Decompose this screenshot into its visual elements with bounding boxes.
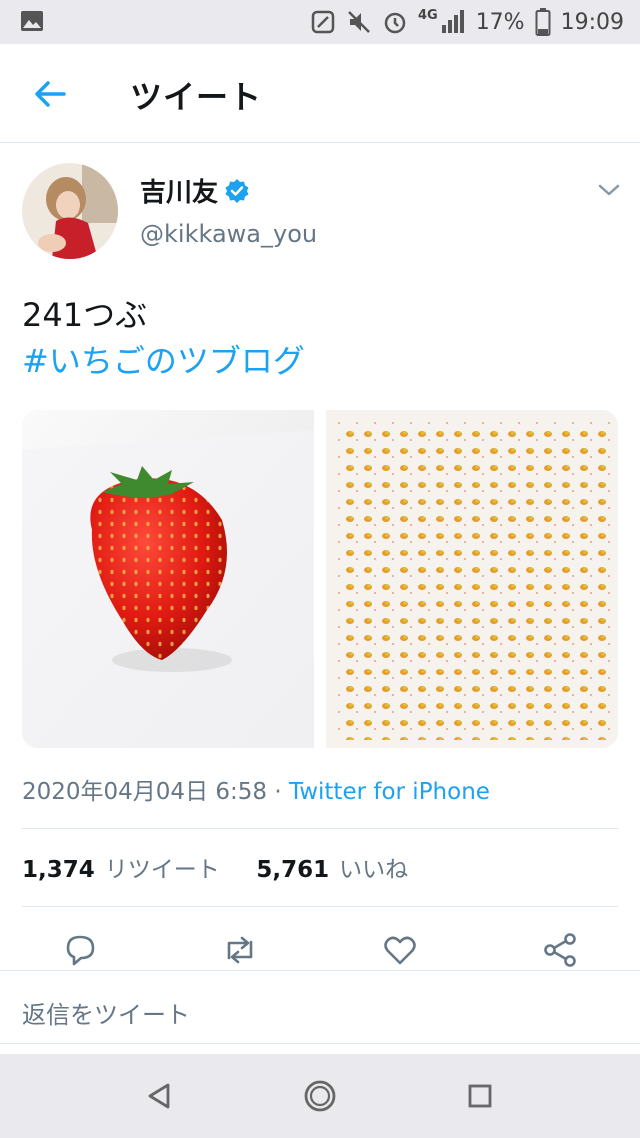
mute-icon — [348, 11, 370, 33]
alarm-icon — [384, 12, 406, 34]
chevron-down-icon[interactable] — [596, 180, 622, 200]
status-bar: 4G 17% 19:09 — [0, 0, 640, 44]
battery-percent: 17% — [475, 9, 525, 35]
avatar[interactable] — [22, 163, 118, 259]
image-icon — [21, 11, 43, 31]
tweet-text: 241つぶ — [22, 296, 148, 334]
back-arrow-icon[interactable] — [30, 74, 70, 114]
nav-home-icon[interactable] — [300, 1076, 340, 1116]
tweet-timestamp: 2020年04月04日 6:58 — [22, 779, 268, 805]
meta-separator: · — [274, 779, 282, 805]
network-type: 4G — [417, 7, 438, 23]
author-name[interactable]: 吉川友 — [140, 172, 218, 209]
tweet-header: ツイート — [0, 44, 640, 143]
retweets-stat[interactable]: 1,374 リツイート — [22, 857, 220, 883]
likes-count: 5,761 — [256, 857, 330, 883]
system-nav-bar — [0, 1054, 640, 1138]
nfc-icon — [311, 10, 335, 34]
likes-label: いいね — [339, 857, 409, 883]
retweets-count: 1,374 — [22, 857, 95, 883]
reply-input[interactable]: 返信をツイート — [22, 995, 190, 1030]
like-icon[interactable] — [380, 930, 420, 970]
retweet-icon[interactable] — [220, 930, 260, 970]
page-title: ツイート — [130, 78, 263, 116]
divider — [22, 828, 618, 829]
retweets-label: リツイート — [104, 857, 220, 883]
author-name-row[interactable]: 吉川友 — [140, 172, 250, 209]
tweet-meta: 2020年04月04日 6:58 · Twitter for iPhone — [22, 772, 490, 806]
divider — [0, 1043, 640, 1044]
nav-recents-icon[interactable] — [460, 1076, 500, 1116]
divider — [22, 906, 618, 907]
hashtag-link[interactable]: #いちごのツブログ — [22, 336, 305, 382]
verified-badge-icon — [225, 178, 249, 203]
battery-icon — [535, 8, 551, 36]
clock: 19:09 — [560, 9, 624, 35]
share-icon[interactable] — [540, 930, 580, 970]
tweet-photo-strawberry[interactable] — [22, 410, 314, 748]
reply-icon[interactable] — [60, 930, 100, 970]
nav-back-icon[interactable] — [140, 1076, 180, 1116]
tweet-source-link[interactable]: Twitter for iPhone — [289, 779, 490, 805]
signal-icon — [441, 10, 464, 33]
tweet-stats: 1,374 リツイート 5,761 いいね — [22, 850, 408, 884]
author-handle[interactable]: @kikkawa_you — [140, 220, 317, 248]
divider — [0, 970, 640, 971]
tweet-photo-seeds[interactable] — [326, 410, 618, 748]
likes-stat[interactable]: 5,761 いいね — [256, 857, 408, 883]
